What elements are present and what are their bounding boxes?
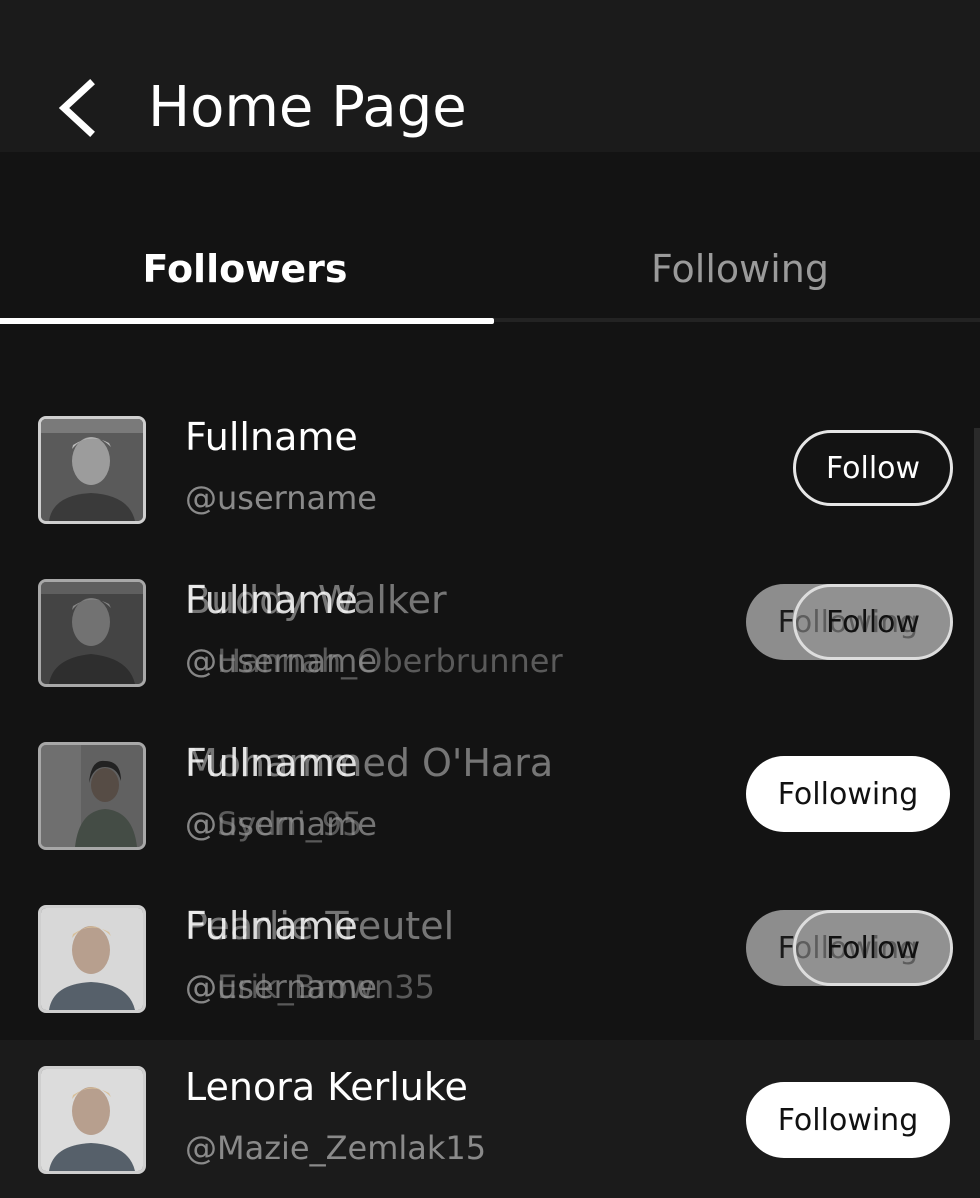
list-item[interactable]: Buddy Walker @Hannah_Oberbrunner Fullnam… (0, 553, 974, 716)
follow-button[interactable]: Follow (793, 430, 953, 506)
following-button[interactable]: Following (746, 1082, 950, 1158)
tab-following[interactable]: Following (495, 220, 980, 318)
row-text: Fullname @username (185, 879, 705, 1042)
username: @Mazie_Zemlak15 (185, 1129, 487, 1167)
back-button[interactable] (48, 70, 108, 146)
row-text: Lenora Kerluke @Mazie_Zemlak15 (185, 1040, 705, 1198)
person-photo-icon (41, 419, 143, 521)
person-photo-icon (41, 908, 143, 1010)
person-photo-icon (41, 745, 143, 847)
app-header: Home Page (0, 0, 980, 152)
chevron-left-icon (58, 79, 95, 137)
follow-button[interactable]: Follow (793, 584, 953, 660)
row-text: Fullname @username (185, 716, 705, 879)
username: @username (185, 479, 377, 517)
list-item[interactable]: Mohammed O'Hara @Sydni_95 Fullname @user… (0, 716, 974, 879)
fullname: Fullname (185, 415, 358, 459)
avatar (38, 1066, 146, 1174)
follow-button[interactable]: Follow (793, 910, 953, 986)
username: @username (185, 968, 377, 1006)
row-text: Fullname @username (185, 553, 705, 716)
fullname: Fullname (185, 741, 358, 785)
username: @username (185, 642, 377, 680)
avatar (38, 905, 146, 1013)
avatar (38, 416, 146, 524)
page-title: Home Page (148, 75, 467, 140)
tab-bar: Followers Following (0, 220, 980, 324)
list-item[interactable]: Lenora Kerluke @Mazie_Zemlak15 Following (0, 1040, 980, 1198)
fullname: Fullname (185, 904, 358, 948)
person-photo-icon (41, 582, 143, 684)
tab-active-indicator (0, 318, 494, 324)
fullname: Fullname (185, 578, 358, 622)
tab-followers[interactable]: Followers (0, 220, 490, 318)
fullname: Lenora Kerluke (185, 1065, 468, 1109)
list-item[interactable]: Pearlie Treutel @Erik_Brown35 Fullname @… (0, 879, 974, 1042)
person-photo-icon (41, 1069, 143, 1171)
avatar (38, 579, 146, 687)
app-root: Home Page Followers Following Fullname @… (0, 0, 980, 1198)
avatar (38, 742, 146, 850)
list-item[interactable]: Fullname @username Follow (0, 390, 974, 553)
username: @username (185, 805, 377, 843)
row-text: Fullname @username (185, 390, 705, 553)
following-button[interactable]: Following (746, 756, 950, 832)
followers-list[interactable]: Fullname @username Follow Buddy Walker @… (0, 390, 980, 1198)
scrollbar[interactable] (974, 428, 980, 1078)
